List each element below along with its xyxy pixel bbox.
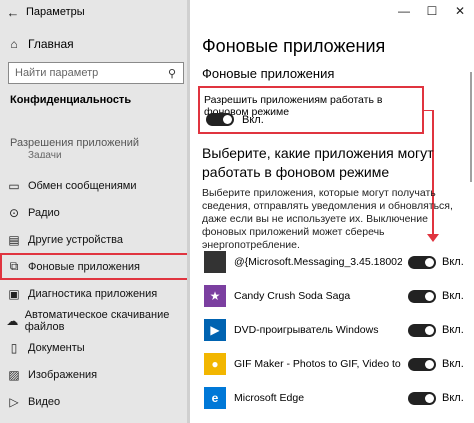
section-label: Разрешения приложений xyxy=(10,137,140,149)
sidebar-nav: ▭ Обмен сообщениями ⊙ Радио ▤ Другие устройст… xyxy=(0,172,190,415)
back-arrow-icon[interactable]: ← xyxy=(0,5,26,20)
sidebar-item[interactable]: ☁ Автоматическое скачивание файлов xyxy=(0,307,190,334)
app-row: @{Microsoft.Messaging_3.45.18002.0_x6...… xyxy=(204,245,472,279)
diagnostics-icon: ▣ xyxy=(8,286,20,301)
sidebar-item[interactable]: ⧉ Фоновые приложения xyxy=(0,253,190,280)
app-row: ● GIF Maker - Photos to GIF, Video to GIF… xyxy=(204,347,472,381)
sidebar-item[interactable]: ▣ Диагностика приложения xyxy=(0,280,190,307)
minimize-icon[interactable]: — xyxy=(390,0,418,24)
document-icon: ▯ xyxy=(10,340,18,355)
choose-apps-heading: Выберите, какие приложения могут работат… xyxy=(202,145,434,180)
app-name: GIF Maker - Photos to GIF, Video to GIF xyxy=(234,358,402,370)
sidebar-item-cut[interactable]: Задачи xyxy=(28,150,62,158)
app-name: Candy Crush Soda Saga xyxy=(234,290,351,302)
sidebar-item[interactable]: ⊙ Радио xyxy=(0,199,190,226)
app-toggle-row: Вкл. xyxy=(408,255,464,269)
home-label: Главная xyxy=(28,37,74,51)
choose-apps-description: Выберите приложения, которые могут получ… xyxy=(202,187,453,251)
close-icon[interactable]: ✕ xyxy=(446,0,474,24)
app-toggle-row: Вкл. xyxy=(408,391,464,405)
app-background-toggle[interactable] xyxy=(408,323,436,337)
video-icon: ▷ xyxy=(9,394,19,409)
app-row: ★ Candy Crush Soda Saga Вкл. xyxy=(204,279,472,313)
app-toggle-row: Вкл. xyxy=(408,323,464,337)
search-icon[interactable]: ⚲ xyxy=(161,67,183,80)
app-icon: ★ xyxy=(204,285,226,307)
app-background-toggle[interactable] xyxy=(408,391,436,405)
app-toggle-state: Вкл. xyxy=(442,324,464,336)
background-apps-icon: ⧉ xyxy=(9,259,19,273)
app-icon: ● xyxy=(204,353,226,375)
app-background-toggle[interactable] xyxy=(408,357,436,371)
window-title: Параметры xyxy=(26,6,85,18)
home-icon: ⌂ xyxy=(10,37,18,51)
app-toggle-row: Вкл. xyxy=(408,357,464,371)
app-row: e Microsoft Edge Вкл. xyxy=(204,381,472,415)
title-bar: ← Параметры xyxy=(0,0,190,24)
message-icon: ▭ xyxy=(8,178,20,193)
main-scrollbar[interactable] xyxy=(468,26,474,416)
sidebar-item-label: Изображения xyxy=(28,368,98,381)
category-title: Конфиденциальность xyxy=(10,94,132,106)
sidebar-item[interactable]: ▷ Видео xyxy=(0,388,190,415)
page-title: Фоновые приложения xyxy=(202,36,386,56)
cloud-download-icon: ☁ xyxy=(6,313,19,328)
devices-icon: ▤ xyxy=(8,232,20,247)
app-background-toggle[interactable] xyxy=(408,255,436,269)
app-icon xyxy=(204,251,226,273)
sidebar-item-label: Документы xyxy=(28,341,85,354)
window-controls: — ☐ ✕ xyxy=(390,0,474,24)
app-toggle-row: Вкл. xyxy=(408,289,464,303)
scroll-thumb[interactable] xyxy=(470,72,472,182)
search-input[interactable]: Найти параметр ⚲ xyxy=(8,62,184,84)
app-list: @{Microsoft.Messaging_3.45.18002.0_x6...… xyxy=(204,245,472,415)
section-subtitle: Фоновые приложения xyxy=(202,66,335,81)
sidebar-item[interactable]: ▯ Документы xyxy=(0,334,190,361)
app-icon: e xyxy=(204,387,226,409)
sidebar-item[interactable]: ▭ Обмен сообщениями xyxy=(0,172,190,199)
app-row: ▶ DVD-проигрыватель Windows Вкл. xyxy=(204,313,472,347)
sidebar-item-label: Диагностика приложения xyxy=(28,287,158,300)
sidebar-item-label: Обмен сообщениями xyxy=(28,179,137,192)
main-panel: — ☐ ✕ Фоновые приложения Фоновые приложе… xyxy=(190,0,474,423)
sidebar-item-label: Радио xyxy=(28,206,60,219)
app-background-toggle[interactable] xyxy=(408,289,436,303)
pictures-icon: ▨ xyxy=(8,367,20,382)
app-name: @{Microsoft.Messaging_3.45.18002.0_x6... xyxy=(234,256,402,268)
sidebar-item-label: Автоматическое скачивание файлов xyxy=(24,308,170,333)
radio-icon: ⊙ xyxy=(8,205,20,220)
app-name: Microsoft Edge xyxy=(234,392,305,404)
maximize-icon[interactable]: ☐ xyxy=(418,0,446,24)
allow-background-state: Вкл. xyxy=(242,113,264,126)
home-link[interactable]: ⌂ Главная xyxy=(0,34,190,54)
sidebar-item-label: Фоновые приложения xyxy=(28,260,141,273)
sidebar: ← Параметры ⌂ Главная Найти параметр ⚲ К… xyxy=(0,0,190,423)
allow-background-setting: Разрешить приложениям работать в фоновом… xyxy=(198,86,424,134)
sidebar-item[interactable]: ▤ Другие устройства xyxy=(0,226,190,253)
allow-background-toggle-row: Вкл. xyxy=(206,113,264,126)
app-icon: ▶ xyxy=(204,319,226,341)
app-toggle-state: Вкл. xyxy=(442,256,464,268)
app-toggle-state: Вкл. xyxy=(442,392,464,404)
sidebar-item[interactable]: ▨ Изображения xyxy=(0,361,190,388)
sidebar-item-label: Видео xyxy=(28,395,61,408)
sidebar-item-label: Другие устройства xyxy=(28,233,123,246)
search-placeholder: Найти параметр xyxy=(15,67,99,79)
app-toggle-state: Вкл. xyxy=(442,358,464,370)
app-name: DVD-проигрыватель Windows xyxy=(234,324,379,336)
app-toggle-state: Вкл. xyxy=(442,290,464,302)
allow-background-toggle[interactable] xyxy=(206,113,234,126)
